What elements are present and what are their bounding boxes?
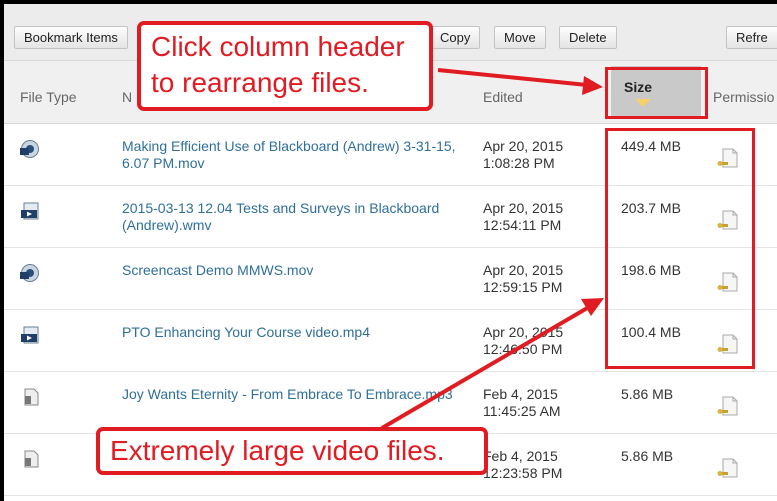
callout-text-line: Extremely large video files. [110, 435, 445, 466]
callout-text-line: to rearrange files. [151, 67, 369, 98]
callout-text-line: Click column header [151, 31, 405, 62]
arrow-to-size-header [437, 68, 588, 87]
arrow-to-large-files [380, 305, 591, 430]
large-files-callout: Extremely large video files. [96, 427, 488, 475]
file-manager: Bookmark Items Copy Move Delete Refre Fi… [4, 4, 777, 501]
arrowhead-icon [581, 298, 604, 316]
column-header-callout: Click column header to rearrange files. [137, 21, 433, 111]
arrowhead-icon [582, 76, 603, 95]
